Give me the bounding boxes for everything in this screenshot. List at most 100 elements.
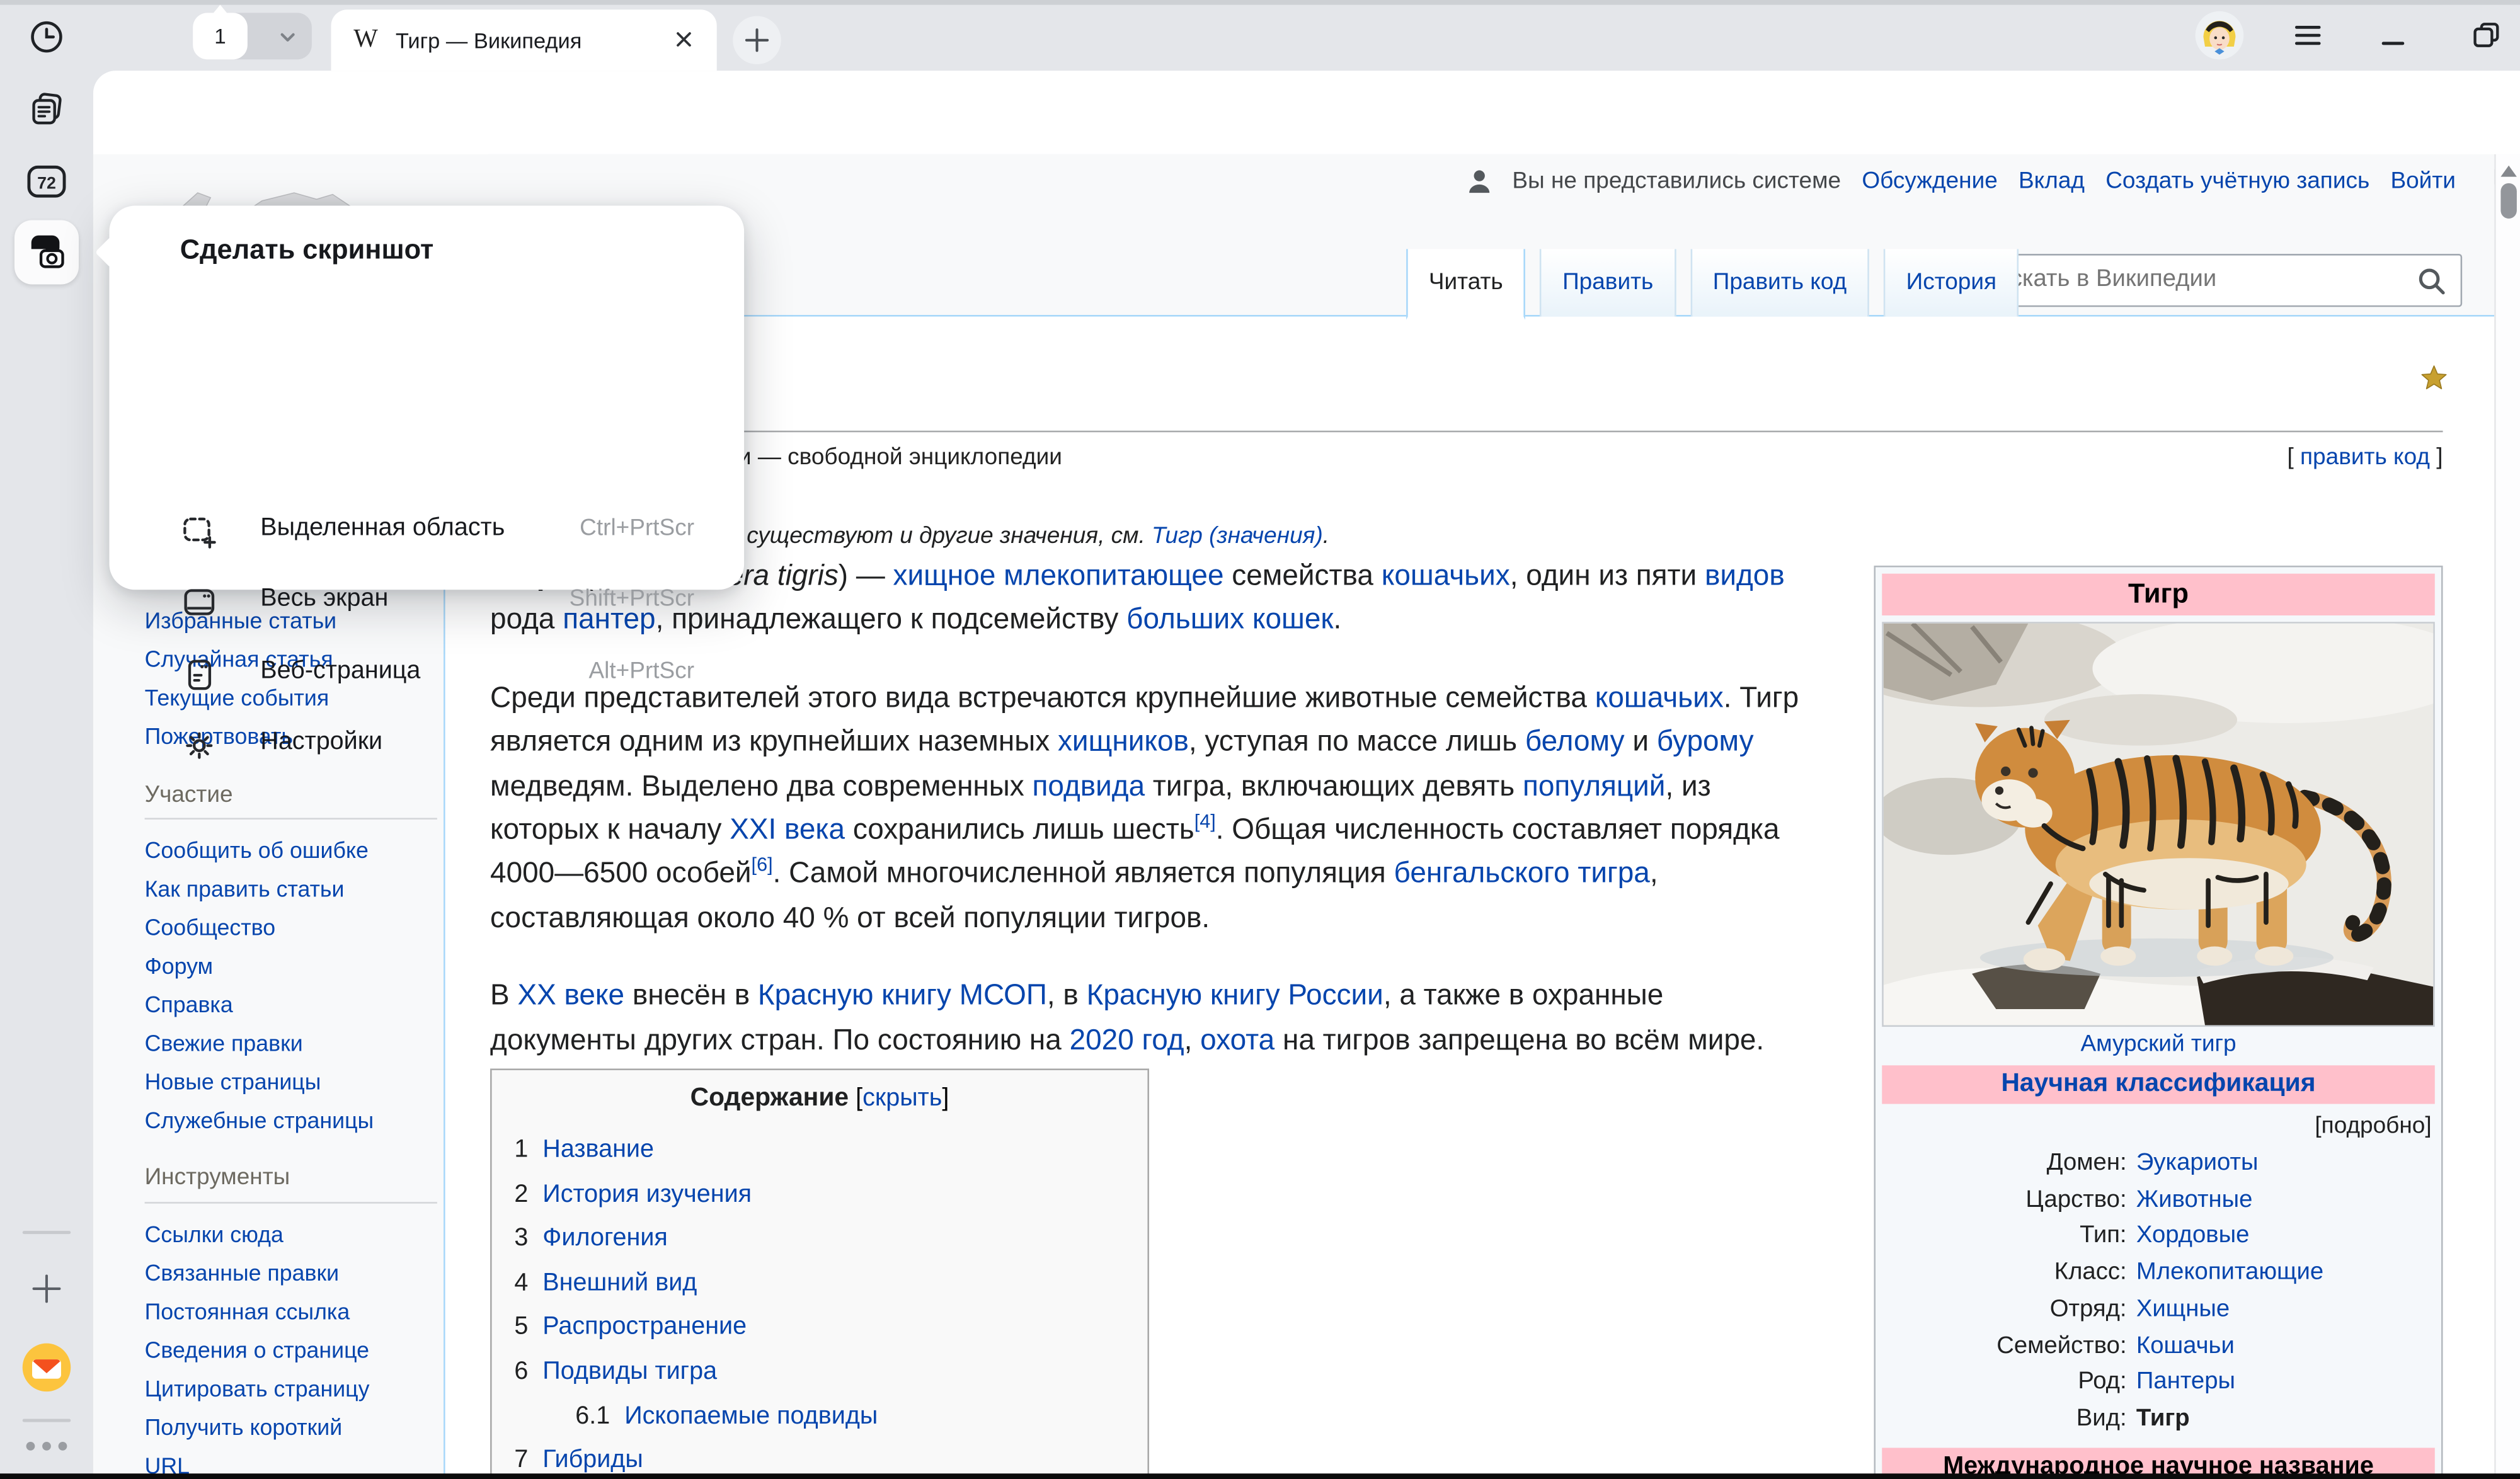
sidebar-item-recent-changes[interactable]: Свежие правки bbox=[145, 1024, 386, 1062]
edit-section: [ править код ] bbox=[2287, 445, 2443, 471]
scrollbar-thumb[interactable] bbox=[2500, 183, 2517, 219]
table-row: Домен:Эукариоты bbox=[1882, 1146, 2435, 1182]
userbar-link-contributions[interactable]: Вклад bbox=[2019, 169, 2085, 195]
web-page-icon bbox=[180, 656, 219, 694]
browser-window: 72 1 W bbox=[0, 0, 2520, 1479]
sidebar-item-community[interactable]: Сообщество bbox=[145, 908, 386, 946]
table-row: Вид:Тигр bbox=[1882, 1401, 2435, 1437]
sidebar-divider bbox=[23, 1231, 71, 1234]
search-input[interactable] bbox=[1990, 263, 2398, 294]
table-row: Отряд:Хищные bbox=[1882, 1292, 2435, 1328]
toc-item: 4Внешний вид bbox=[514, 1261, 1125, 1305]
search-icon[interactable] bbox=[2415, 265, 2448, 297]
browser-tab[interactable]: W Тигр — Википедия bbox=[331, 9, 717, 71]
paragraph: В XX веке внесён в Красную книгу МСОП, в… bbox=[490, 974, 1811, 1063]
screenshot-menu: Сделать скриншот Выделенная область Ctrl… bbox=[109, 206, 744, 590]
sidebar-item-new-pages[interactable]: Новые страницы bbox=[145, 1062, 386, 1100]
toc-item: 5Распространение bbox=[514, 1305, 1125, 1349]
tab-title: Тигр — Википедия bbox=[396, 28, 582, 52]
menu-item-selected-area[interactable]: Выделенная область Ctrl+PrtScr bbox=[109, 495, 744, 568]
tab-counter-badge[interactable]: 72 bbox=[25, 161, 69, 202]
edit-source-link[interactable]: править код bbox=[2300, 445, 2430, 471]
wiki-user-bar: Вы не представились системе Обсуждение В… bbox=[1467, 169, 2456, 195]
sidebar-item-special-pages[interactable]: Служебные страницы bbox=[145, 1100, 386, 1139]
tab-counter[interactable]: 1 bbox=[193, 13, 312, 59]
new-tab-button[interactable] bbox=[733, 16, 781, 65]
screen-bottom-edge bbox=[0, 1473, 2520, 1479]
menu-item-full-screen[interactable]: Весь экран Shift+PrtScr bbox=[109, 566, 744, 638]
wiki-sidebar-participation: Сообщить об ошибке Как править статьи Со… bbox=[145, 831, 386, 1139]
title-rule bbox=[490, 431, 2443, 433]
selection-area-icon bbox=[180, 513, 219, 551]
tab-groups-icon[interactable] bbox=[26, 89, 67, 130]
gear-icon bbox=[180, 726, 219, 765]
userbar-link-login[interactable]: Войти bbox=[2390, 169, 2456, 195]
table-row: Класс:Млекопитающие bbox=[1882, 1255, 2435, 1292]
table-of-contents: Содержание [скрыть] 1Название 2История и… bbox=[490, 1068, 1149, 1479]
sidebar-item-permanent-link[interactable]: Постоянная ссылка bbox=[145, 1292, 386, 1330]
screenshot-camera-button[interactable] bbox=[14, 220, 79, 284]
tab-read[interactable]: Читать bbox=[1406, 249, 1525, 319]
sidebar-item-report-error[interactable]: Сообщить об ошибке bbox=[145, 831, 386, 869]
tab-count-number: 72 bbox=[37, 174, 56, 193]
sidebar-item-related-changes[interactable]: Связанные правки bbox=[145, 1253, 386, 1292]
toc-item: 1Название bbox=[514, 1128, 1125, 1172]
wikipedia-favicon: W bbox=[353, 26, 378, 55]
tab-edit[interactable]: Править bbox=[1540, 249, 1676, 316]
classification-table: Домен:Эукариоты Царство:Животные Тип:Хор… bbox=[1882, 1146, 2435, 1437]
scroll-up-arrow[interactable] bbox=[2500, 166, 2517, 177]
popup-title: Сделать скриншот bbox=[180, 234, 434, 266]
scrollbar[interactable] bbox=[2494, 154, 2520, 1479]
shortcut: Ctrl+PrtScr bbox=[580, 516, 694, 542]
sidebar-heading-tools: Инструменты bbox=[145, 1165, 290, 1191]
sidebar-item-how-to-edit[interactable]: Как править статьи bbox=[145, 869, 386, 908]
chevron-down-icon[interactable] bbox=[278, 27, 297, 47]
table-row: Род:Пантеры bbox=[1882, 1364, 2435, 1401]
history-icon[interactable] bbox=[27, 18, 66, 56]
yandex-mail-icon[interactable] bbox=[21, 1342, 72, 1393]
featured-star-icon[interactable] bbox=[2419, 363, 2449, 394]
tiger-photo[interactable] bbox=[1882, 622, 2435, 1027]
more-dots-icon[interactable] bbox=[24, 1440, 69, 1453]
tab-history[interactable]: История bbox=[1884, 249, 2019, 316]
sidebar-item-help[interactable]: Справка bbox=[145, 985, 386, 1024]
wiki-search-box[interactable] bbox=[1974, 254, 2463, 307]
toc-hide-link[interactable]: скрыть bbox=[862, 1085, 942, 1112]
details-link[interactable]: [подробно] bbox=[1882, 1104, 2435, 1146]
sidebar-heading-participation: Участие bbox=[145, 782, 233, 808]
taxobox: Тигр bbox=[1874, 566, 2443, 1479]
userbar-link-create-account[interactable]: Создать учётную запись bbox=[2105, 169, 2369, 195]
menu-item-web-page[interactable]: Веб-страница Alt+PrtScr bbox=[109, 638, 744, 711]
sidebar-item-cite-page[interactable]: Цитировать страницу bbox=[145, 1369, 386, 1407]
sidebar-item-forum[interactable]: Форум bbox=[145, 947, 386, 985]
restore-icon[interactable] bbox=[2471, 21, 2500, 50]
sidebar-divider bbox=[23, 1419, 71, 1422]
sidebar-divider bbox=[145, 1202, 437, 1204]
toolbar: Я ru.wikipedia.org Тигр — Википедия Пере… bbox=[93, 71, 2520, 156]
wiki-sidebar-tools: Ссылки сюда Связанные правки Постоянная … bbox=[145, 1215, 386, 1479]
user-icon bbox=[1467, 169, 1491, 195]
avatar[interactable] bbox=[2196, 11, 2244, 60]
sidebar-item-what-links-here[interactable]: Ссылки сюда bbox=[145, 1215, 386, 1253]
menu-icon[interactable] bbox=[2293, 23, 2322, 49]
sidebar-item-short-url[interactable]: Получить короткий URL bbox=[145, 1408, 386, 1479]
close-tab-icon[interactable] bbox=[673, 29, 694, 50]
full-screen-icon bbox=[180, 583, 219, 622]
tab-bar: 1 W Тигр — Википедия bbox=[93, 0, 2520, 71]
menu-item-settings[interactable]: Настройки bbox=[109, 709, 744, 781]
minimize-icon[interactable] bbox=[2382, 40, 2405, 47]
tab-counter-value: 1 bbox=[214, 24, 226, 48]
toc-item: 2История изучения bbox=[514, 1172, 1125, 1216]
add-panel-icon[interactable] bbox=[29, 1271, 64, 1306]
screenshot-camera-icon bbox=[24, 230, 69, 275]
tab-edit-source[interactable]: Править код bbox=[1690, 249, 1869, 316]
toc-item: 6.1Ископаемые подвиды bbox=[514, 1394, 1125, 1438]
login-status: Вы не представились системе bbox=[1512, 169, 1841, 195]
shortcut: Alt+PrtScr bbox=[589, 659, 695, 685]
sidebar-item-page-info[interactable]: Сведения о странице bbox=[145, 1330, 386, 1369]
sidebar-divider bbox=[145, 818, 437, 819]
table-row: Царство:Животные bbox=[1882, 1182, 2435, 1219]
toc-header: Содержание [скрыть] bbox=[514, 1085, 1125, 1114]
userbar-link-discussion[interactable]: Обсуждение bbox=[1862, 169, 1998, 195]
taxobox-title: Тигр bbox=[1882, 574, 2435, 615]
